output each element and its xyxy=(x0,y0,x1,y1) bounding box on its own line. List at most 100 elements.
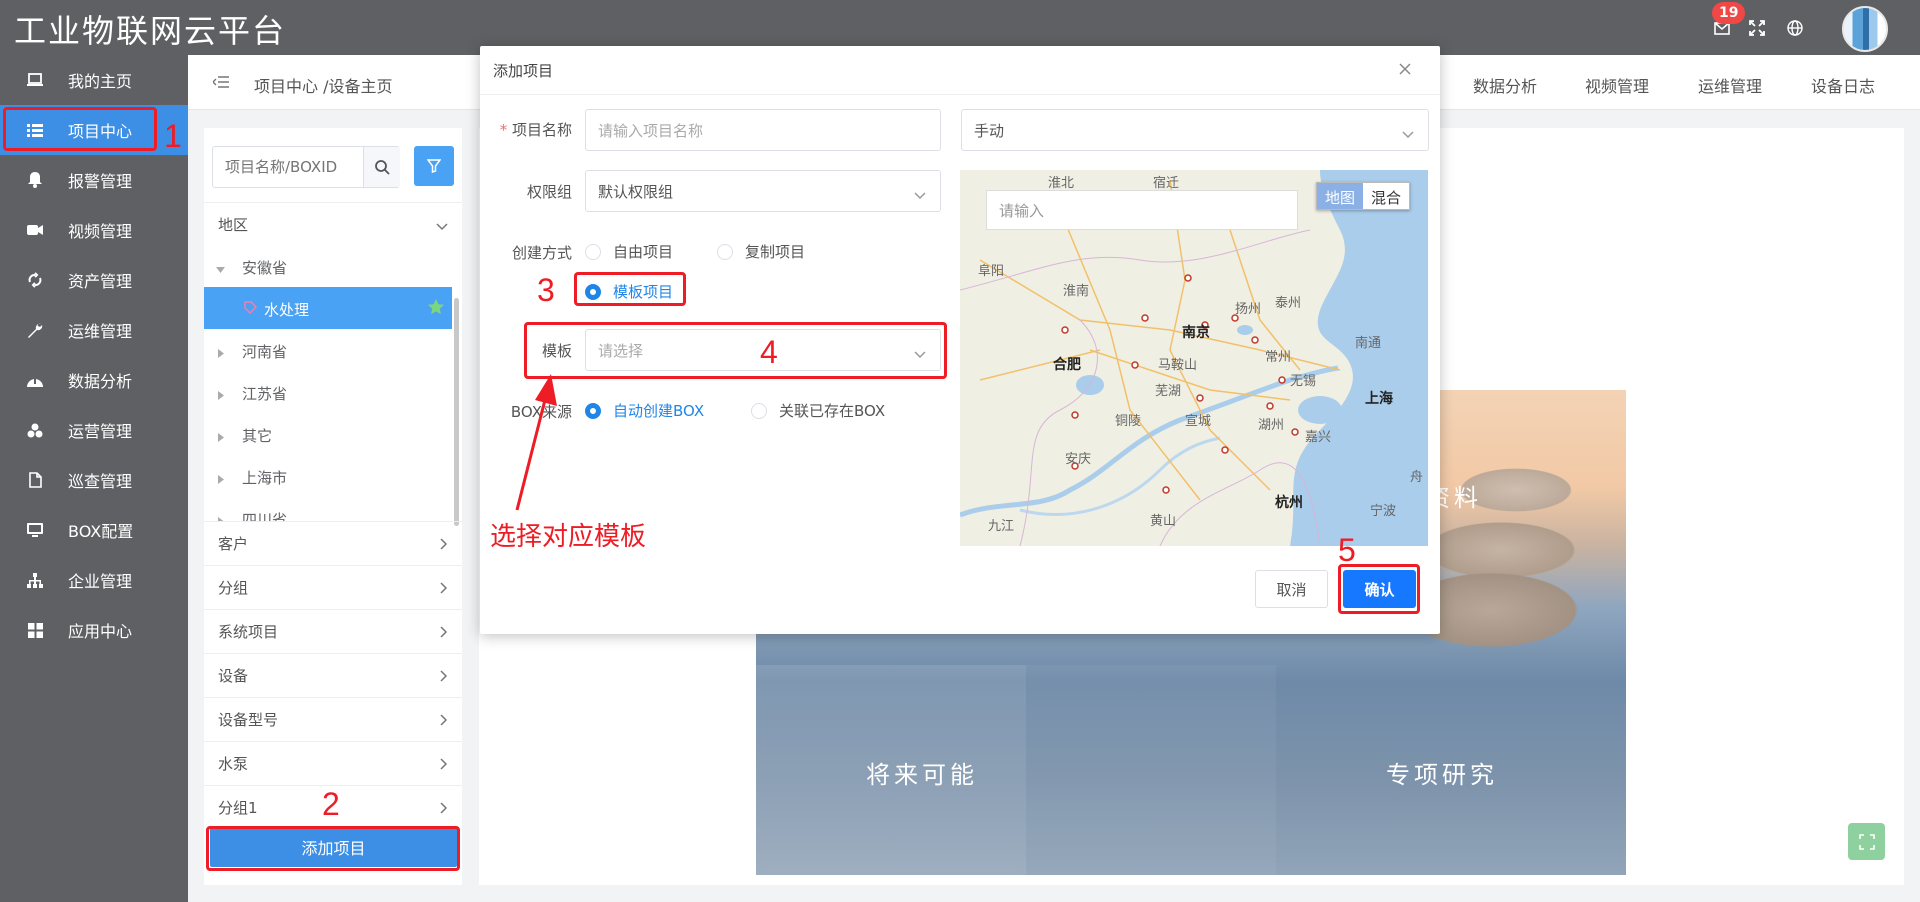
expand-button[interactable] xyxy=(1848,823,1885,860)
chevron-right-icon xyxy=(440,624,448,642)
mode-select[interactable]: 手动 xyxy=(961,109,1429,151)
map-city-label: 马鞍山 xyxy=(1158,358,1198,373)
map-city-label: 淮北 xyxy=(1048,176,1075,191)
chevron-right-icon xyxy=(440,580,448,598)
map-type-toggle[interactable]: 地图 混合 xyxy=(1316,182,1411,210)
tree-node[interactable]: 河南省 xyxy=(204,329,452,371)
section-group[interactable]: 分组 xyxy=(204,565,462,608)
map-type-hybrid[interactable]: 混合 xyxy=(1363,183,1410,209)
map-city-label: 湖州 xyxy=(1258,418,1285,433)
notification-badge: 19 xyxy=(1712,2,1746,24)
tree-node[interactable]: 安徽省 xyxy=(204,245,452,287)
annotation-number: 3 xyxy=(537,272,555,308)
tree-node[interactable]: 上海市 xyxy=(204,455,452,497)
search-icon xyxy=(374,159,390,175)
tag-icon xyxy=(244,300,257,318)
radio-free-project[interactable]: 自由项目 xyxy=(585,241,673,262)
tab-ops[interactable]: 运维管理 xyxy=(1698,73,1762,97)
cubes-icon xyxy=(25,423,45,438)
nav-item-assets[interactable]: 资产管理 xyxy=(0,255,188,305)
nav-item-alarms[interactable]: 报警管理 xyxy=(0,155,188,205)
project-name-input[interactable]: 请输入项目名称 xyxy=(585,109,941,151)
tree-node-selected[interactable]: 水处理 xyxy=(204,287,452,329)
tree-node[interactable]: 四川省 xyxy=(204,497,452,521)
create-mode-label: 创建方式 xyxy=(511,244,572,262)
nav-item-video[interactable]: 视频管理 xyxy=(0,205,188,255)
project-tree-panel: 地区 安徽省 水处理 河南省 江苏省 其它 上海市 xyxy=(204,128,462,885)
map-city-label: 宁波 xyxy=(1370,504,1397,519)
section-system-project[interactable]: 系统项目 xyxy=(204,609,462,652)
globe-icon[interactable] xyxy=(1785,18,1805,38)
radio-auto-create-box[interactable]: 自动创建BOX xyxy=(585,400,704,421)
banner-text: 将来可能 xyxy=(866,761,978,789)
nav-item-inspection[interactable]: 巡查管理 xyxy=(0,455,188,505)
section-customer[interactable]: 客户 xyxy=(204,521,462,564)
monitor-icon xyxy=(25,522,45,538)
fullscreen-icon[interactable] xyxy=(1747,18,1767,38)
map-type-map[interactable]: 地图 xyxy=(1317,183,1364,209)
tab-video[interactable]: 视频管理 xyxy=(1585,73,1649,97)
map-city-label: 无锡 xyxy=(1290,374,1317,389)
close-icon[interactable] xyxy=(1398,62,1414,78)
nav-item-analytics[interactable]: 数据分析 xyxy=(0,355,188,405)
avatar[interactable] xyxy=(1842,6,1888,52)
breadcrumb: 项目中心 /设备主页 xyxy=(254,77,393,96)
map-city-label: 九江 xyxy=(988,519,1015,534)
nav-item-enterprise[interactable]: 企业管理 xyxy=(0,555,188,605)
map-city-label: 铜陵 xyxy=(1115,414,1142,429)
tree-node[interactable]: 江苏省 xyxy=(204,371,452,413)
banner-tile xyxy=(1026,665,1276,875)
map-city-label: 阜阳 xyxy=(978,264,1005,279)
nav-item-operations[interactable]: 运营管理 xyxy=(0,405,188,455)
tab-device-log[interactable]: 设备日志 xyxy=(1811,73,1875,97)
annotation-box xyxy=(206,826,460,871)
side-nav: 我的主页 项目中心 报警管理 视频管理 资产管理 运维管理 数据分析 运营管理 … xyxy=(0,55,188,902)
tree-node[interactable]: 其它 xyxy=(204,413,452,455)
map-city-label: 杭州 xyxy=(1275,495,1303,511)
section-region[interactable]: 地区 xyxy=(204,202,462,245)
radio-link-existing-box[interactable]: 关联已存在BOX xyxy=(751,400,885,421)
dialog-title: 添加项目 xyxy=(493,62,554,80)
nav-item-box-config[interactable]: BOX配置 xyxy=(0,505,188,555)
caret-right-icon xyxy=(216,470,225,488)
chevron-down-icon xyxy=(914,186,926,204)
project-name-label: * 项目名称 xyxy=(499,121,572,139)
search-input[interactable] xyxy=(213,147,363,187)
annotation-number: 2 xyxy=(322,786,340,822)
location-map[interactable]: 请输入 地图 混合 淮北 宿迁 阜阳 淮南 扬州 泰州 南京 南通 合肥 马鞍山… xyxy=(960,170,1428,546)
tab-data-analysis[interactable]: 数据分析 xyxy=(1473,73,1537,97)
tree-scrollbar[interactable] xyxy=(454,298,459,526)
nav-item-home[interactable]: 我的主页 xyxy=(0,55,188,105)
section-pump[interactable]: 水泵 xyxy=(204,741,462,784)
search-button[interactable] xyxy=(363,147,400,187)
annotation-number: 4 xyxy=(760,334,778,370)
map-city-label: 宿迁 xyxy=(1153,176,1180,191)
filter-icon xyxy=(427,159,441,173)
annotation-hint: 选择对应模板 xyxy=(490,522,647,552)
section-device[interactable]: 设备 xyxy=(204,653,462,696)
nav-item-apps[interactable]: 应用中心 xyxy=(0,605,188,655)
cancel-button[interactable]: 取消 xyxy=(1255,570,1328,608)
chart-icon xyxy=(25,373,45,387)
permission-group-select[interactable]: 默认权限组 xyxy=(585,170,941,212)
annotation-box xyxy=(3,107,157,151)
radio-copy-project[interactable]: 复制项目 xyxy=(717,241,805,262)
map-city-label: 淮南 xyxy=(1063,284,1090,299)
star-icon[interactable] xyxy=(428,299,444,319)
map-city-label: 扬州 xyxy=(1235,302,1262,317)
filter-button[interactable] xyxy=(414,146,454,186)
map-city-label: 上海 xyxy=(1365,391,1393,407)
menu-collapse-icon[interactable] xyxy=(212,75,229,93)
caret-right-icon xyxy=(216,512,225,521)
org-icon xyxy=(25,572,45,588)
map-search-input[interactable]: 请输入 xyxy=(986,190,1298,230)
permission-group-label: 权限组 xyxy=(526,183,572,201)
chevron-right-icon xyxy=(440,536,448,554)
chevron-right-icon xyxy=(440,668,448,686)
chevron-right-icon xyxy=(440,800,448,818)
divider xyxy=(480,94,1440,95)
bell-icon xyxy=(25,172,45,188)
nav-item-ops[interactable]: 运维管理 xyxy=(0,305,188,355)
section-device-model[interactable]: 设备型号 xyxy=(204,697,462,740)
map-city-label: 舟 xyxy=(1410,470,1424,485)
